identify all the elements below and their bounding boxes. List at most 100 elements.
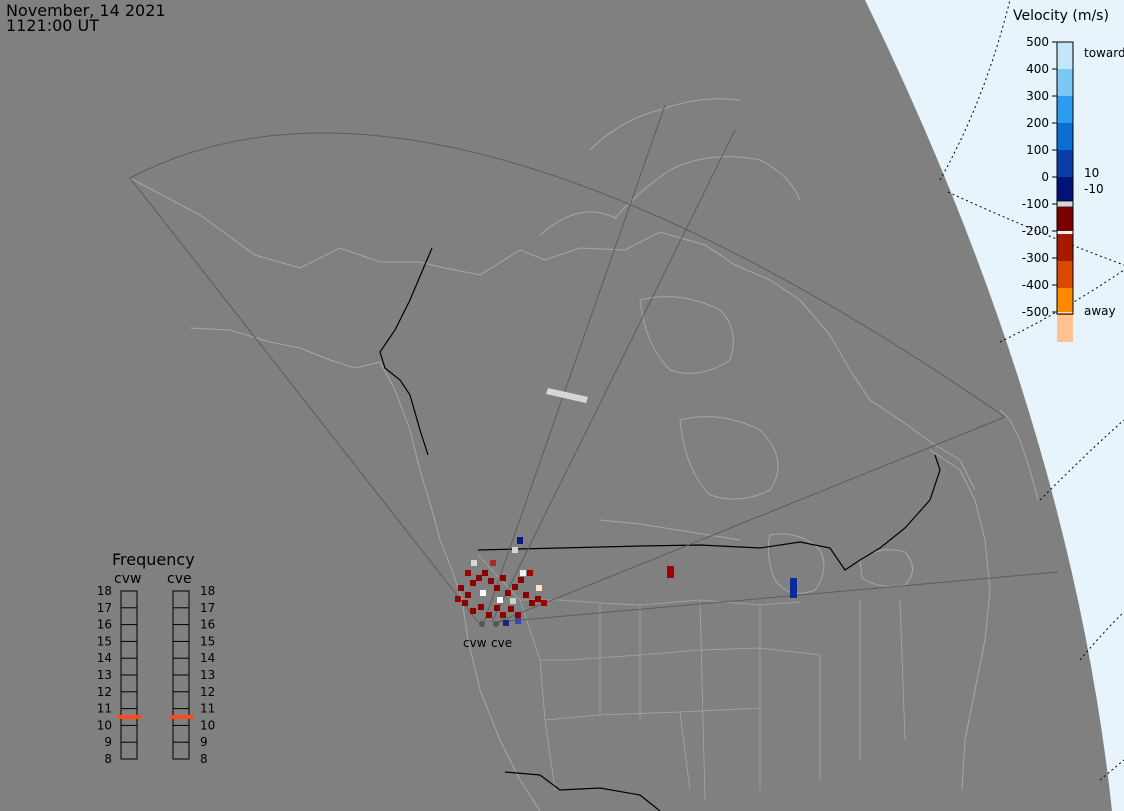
echo-cell bbox=[508, 606, 514, 612]
echo-cell bbox=[512, 584, 518, 590]
velocity-tick-label: -200 bbox=[1022, 224, 1049, 238]
echo-cell bbox=[476, 575, 482, 581]
echo-cell bbox=[541, 600, 547, 606]
frequency-tick-right: 9 bbox=[200, 735, 208, 749]
map-canvas: cvw cve November, 14 2021 1121:00 UT Vel… bbox=[6, 0, 1124, 811]
echo-cell bbox=[494, 605, 500, 611]
velocity-tick-label: 400 bbox=[1026, 62, 1049, 76]
echo-cell bbox=[482, 570, 488, 576]
echo-cell bbox=[488, 578, 494, 584]
frequency-tick-right: 17 bbox=[200, 601, 215, 615]
frequency-tick-left: 18 bbox=[97, 584, 112, 598]
echo-cell bbox=[546, 388, 588, 403]
colorbar-bin-toward-3 bbox=[1057, 123, 1073, 150]
cve-site-label: cve bbox=[491, 636, 512, 650]
echo-cell bbox=[517, 537, 523, 544]
echo-cell bbox=[458, 585, 464, 591]
echo-cell bbox=[515, 618, 521, 624]
echo-cell bbox=[494, 585, 500, 591]
frequency-marker-cve bbox=[169, 715, 193, 719]
frequency-tick-left: 10 bbox=[97, 718, 112, 732]
echo-cell bbox=[510, 598, 516, 604]
frequency-tick-left: 8 bbox=[104, 752, 112, 766]
echo-cell bbox=[518, 577, 524, 583]
echo-cell bbox=[512, 547, 518, 553]
colorbar-bin-toward-4 bbox=[1057, 150, 1073, 177]
colorbar-bin-toward-5 bbox=[1057, 177, 1073, 201]
cvw-radar-site bbox=[479, 621, 485, 627]
echo-cell bbox=[500, 575, 506, 581]
frequency-tick-left: 12 bbox=[97, 685, 112, 699]
echo-cell bbox=[465, 592, 471, 598]
echo-cell bbox=[490, 560, 496, 566]
velocity-tick-label: -500 bbox=[1022, 305, 1049, 319]
velocity-tick-label: 300 bbox=[1026, 89, 1049, 103]
frequency-tick-left: 17 bbox=[97, 601, 112, 615]
near-zero-negative-label: -10 bbox=[1084, 182, 1104, 196]
national-borders bbox=[379, 247, 941, 811]
echo-cell bbox=[527, 570, 533, 576]
space-background bbox=[865, 0, 1124, 811]
echo-cell bbox=[515, 612, 521, 618]
frequency-tick-right: 15 bbox=[200, 634, 215, 648]
echo-cell bbox=[529, 600, 535, 606]
echo-cell bbox=[470, 580, 476, 586]
echo-cell bbox=[497, 597, 503, 603]
echo-cell bbox=[790, 578, 797, 598]
frequency-tick-right: 10 bbox=[200, 718, 215, 732]
echo-cell bbox=[505, 590, 511, 596]
cve-radar-site bbox=[493, 621, 499, 627]
echo-cell bbox=[480, 590, 486, 596]
echo-cell bbox=[478, 604, 484, 610]
echo-cell bbox=[503, 620, 509, 626]
echo-cell bbox=[520, 570, 526, 576]
echo-cell bbox=[471, 560, 477, 566]
echo-cell bbox=[465, 570, 471, 576]
echo-cell bbox=[455, 596, 461, 602]
near-zero-positive-label: 10 bbox=[1084, 166, 1099, 180]
colorbar-bin-away-2 bbox=[1057, 261, 1073, 288]
frequency-tick-left: 9 bbox=[104, 735, 112, 749]
frequency-column-cve: cve bbox=[167, 571, 192, 587]
echo-cell bbox=[486, 612, 492, 618]
colorbar-bin-away-1 bbox=[1057, 234, 1073, 261]
frequency-tick-left: 15 bbox=[97, 634, 112, 648]
colorbar-bin-near-zero bbox=[1056, 200, 1074, 208]
colorbar-bin-away-3 bbox=[1057, 288, 1073, 315]
velocity-title: Velocity (m/s) bbox=[1013, 8, 1109, 24]
velocity-tick-label: 100 bbox=[1026, 143, 1049, 157]
velocity-tick-label: 500 bbox=[1026, 35, 1049, 49]
colorbar-bin-toward-0 bbox=[1057, 42, 1073, 69]
frequency-title: Frequency bbox=[112, 550, 195, 569]
colorbar-bin-away-0 bbox=[1057, 207, 1073, 231]
radar-fov bbox=[129, 104, 1059, 623]
frequency-tick-right: 13 bbox=[200, 668, 215, 682]
frequency-tick-left: 11 bbox=[97, 702, 112, 716]
frequency-panel: Frequency cvw cve 18 18 17 17 16 16 15 15 14 14 13… bbox=[97, 550, 216, 766]
echo-cell bbox=[470, 608, 476, 614]
toward-label: toward bbox=[1084, 46, 1124, 60]
frequency-marker-cvw bbox=[117, 715, 141, 719]
frequency-tick-left: 14 bbox=[97, 651, 112, 665]
frequency-tick-right: 18 bbox=[200, 584, 215, 598]
velocity-tick-label: -400 bbox=[1022, 278, 1049, 292]
echo-cell bbox=[462, 600, 468, 606]
velocity-tick-label: -300 bbox=[1022, 251, 1049, 265]
frequency-tick-left: 13 bbox=[97, 668, 112, 682]
coastlines bbox=[129, 98, 1039, 811]
echo-cell bbox=[667, 566, 674, 578]
velocity-tick-label: 200 bbox=[1026, 116, 1049, 130]
colorbar-bin-toward-2 bbox=[1057, 96, 1073, 123]
frequency-column-cvw: cvw bbox=[114, 571, 141, 587]
velocity-tick-label: -100 bbox=[1022, 197, 1049, 211]
frequency-tick-right: 11 bbox=[200, 702, 215, 716]
echo-cell bbox=[535, 596, 541, 602]
frequency-tick-right: 14 bbox=[200, 651, 215, 665]
frequency-tick-right: 16 bbox=[200, 618, 215, 632]
frequency-tick-right: 8 bbox=[200, 752, 208, 766]
colorbar-bin-toward-1 bbox=[1057, 69, 1073, 96]
frequency-tick-right: 12 bbox=[200, 685, 215, 699]
echo-cell bbox=[536, 585, 542, 591]
echo-cell bbox=[500, 612, 506, 618]
frequency-tick-left: 16 bbox=[97, 618, 112, 632]
